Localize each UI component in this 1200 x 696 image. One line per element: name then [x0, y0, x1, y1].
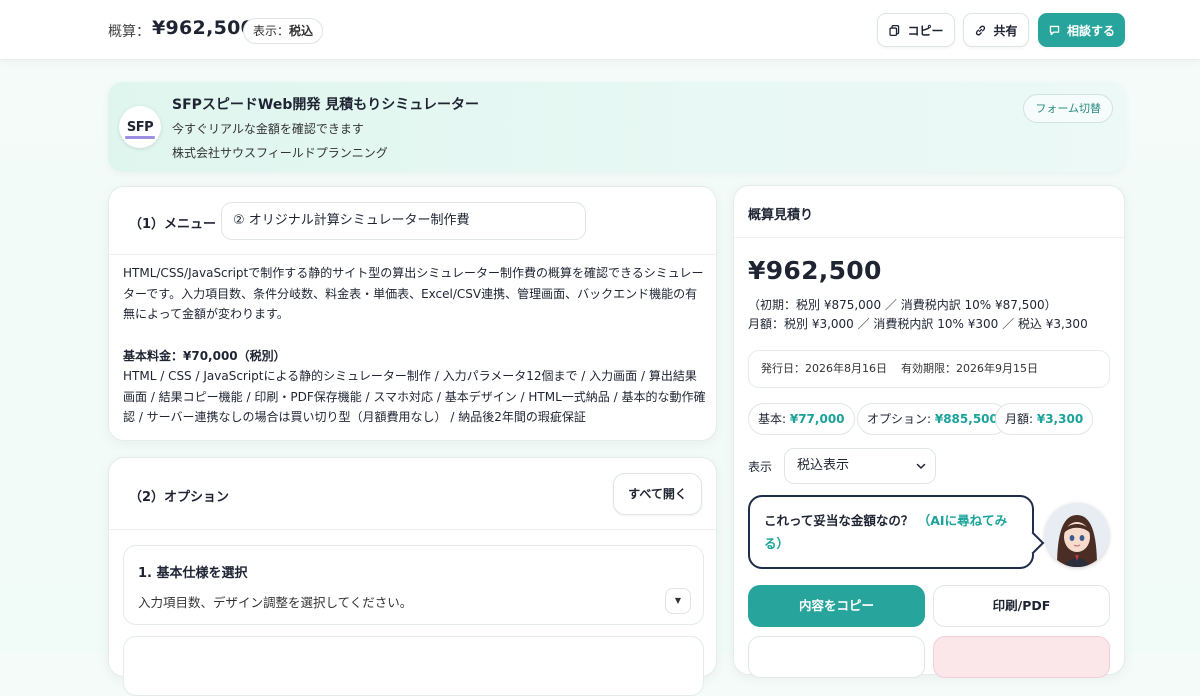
ask-ai-bubble[interactable]: これって妥当な金額なの？ （AIに尋ねてみる） [748, 495, 1034, 569]
page-subtitle: 今すぐリアルな金額を確認できます [172, 122, 364, 136]
monthly-breakdown: 月額：税別 ¥3,000 ／ 消費税内訳 10% ¥300 ／ 税込 ¥3,30… [748, 317, 1088, 331]
consult-button[interactable]: 相談する [1038, 13, 1125, 47]
company-logo: SFP [119, 106, 161, 148]
chip-label: 月額: [1005, 412, 1037, 426]
page-title: SFPスピードWeb開発 見積もりシミュレーター [172, 97, 479, 113]
display-select[interactable]: 税込表示 [784, 448, 936, 484]
display-select-value: 税込表示 [797, 458, 850, 473]
menu-section-header: （1）メニュー ② オリジナル計算シミュレーター制作費 [109, 187, 716, 255]
assistant-avatar [1045, 503, 1109, 567]
date-box: 発行日：2026年8月16日 有効期限：2026年9月15日 [748, 350, 1110, 388]
header-card: SFP SFPスピードWeb開発 見積もりシミュレーター 今すぐリアルな金額を確… [108, 82, 1125, 172]
base-price-details: HTML / CSS / JavaScriptによる静的シミュレーター制作 / … [123, 369, 706, 424]
copy-button-label: コピー [907, 23, 944, 38]
estimate-panel-title: 概算見積り [748, 208, 814, 223]
options-section-label: （2）オプション [129, 490, 230, 505]
option-item-description: 入力項目数、デザイン調整を選択してください。 [138, 595, 413, 610]
company-name: 株式会社サウスフィールドプランニング [172, 146, 388, 160]
share-button-label: 共有 [993, 23, 1018, 38]
bubble-question: これって妥当な金額なの？ [764, 513, 914, 528]
option-item[interactable] [123, 636, 704, 696]
open-all-button[interactable]: すべて開く [613, 473, 702, 515]
chip-value: ¥3,300 [1036, 412, 1084, 426]
menu-select[interactable]: ② オリジナル計算シミュレーター制作費 [221, 202, 586, 240]
estimate-total-top: ¥962,500 [152, 17, 255, 39]
base-price-label: 基本料金：¥70,000（税別） [123, 348, 286, 363]
copy-button[interactable]: コピー [877, 13, 955, 47]
estimate-total: ¥962,500 [748, 256, 882, 285]
valid-until: 有効期限：2026年9月15日 [901, 362, 1038, 375]
initial-breakdown: （初期：税別 ¥875,000 ／ 消費税内訳 10% ¥87,500） [748, 298, 1057, 312]
menu-description: HTML/CSS/JavaScriptで制作する静的サイト型の算出シミュレーター… [123, 263, 707, 428]
option-item-title: 1. 基本仕様を選択 [138, 566, 248, 581]
chip-value: ¥77,000 [789, 412, 845, 426]
options-section: （2）オプション すべて開く 1. 基本仕様を選択 入力項目数、デザイン調整を選… [108, 457, 717, 696]
display-label: 表示 [748, 460, 773, 474]
chip-label: 基本: [758, 412, 790, 426]
display-mode-value: 税込 [289, 24, 314, 38]
option-item[interactable]: 1. 基本仕様を選択 入力項目数、デザイン調整を選択してください。 ▼ [123, 545, 704, 625]
issue-date: 発行日：2026年8月16日 [761, 362, 887, 375]
copy-content-button[interactable]: 内容をコピー [748, 585, 925, 627]
estimate-panel-header: 概算見積り [734, 186, 1124, 238]
expand-toggle-icon[interactable]: ▼ [665, 588, 691, 614]
share-button[interactable]: 共有 [963, 13, 1029, 47]
consult-button-label: 相談する [1066, 23, 1115, 38]
options-section-header: （2）オプション すべて開く [109, 458, 716, 530]
chevron-down-icon [916, 463, 926, 470]
menu-description-text: HTML/CSS/JavaScriptで制作する静的サイト型の算出シミュレーター… [123, 266, 704, 321]
menu-section: （1）メニュー ② オリジナル計算シミュレーター制作費 HTML/CSS/Jav… [108, 186, 717, 441]
estimate-label: 概算： [108, 24, 150, 40]
option-chip: オプション: ¥885,500 [857, 403, 1008, 435]
top-bar: 概算： ¥962,500 表示：税込 コピー 共有 相談する [0, 0, 1200, 60]
link-icon [976, 25, 986, 35]
base-chip: 基本: ¥77,000 [748, 403, 855, 435]
form-switch-button[interactable]: フォーム切替 [1023, 94, 1113, 123]
menu-section-label: （1）メニュー [129, 217, 217, 232]
print-pdf-button[interactable]: 印刷/PDF [933, 585, 1110, 627]
chip-value: ¥885,500 [934, 412, 998, 426]
display-mode-pill: 表示：税込 [243, 18, 324, 44]
copy-icon [889, 24, 900, 36]
danger-action-button[interactable] [933, 636, 1110, 678]
estimate-panel: 概算見積り ¥962,500 （初期：税別 ¥875,000 ／ 消費税内訳 1… [733, 185, 1125, 678]
chip-label: オプション: [867, 412, 935, 426]
secondary-action-button[interactable] [748, 636, 925, 678]
chat-icon [1049, 25, 1060, 35]
display-mode-prefix: 表示： [253, 24, 290, 38]
monthly-chip: 月額: ¥3,300 [995, 403, 1094, 435]
